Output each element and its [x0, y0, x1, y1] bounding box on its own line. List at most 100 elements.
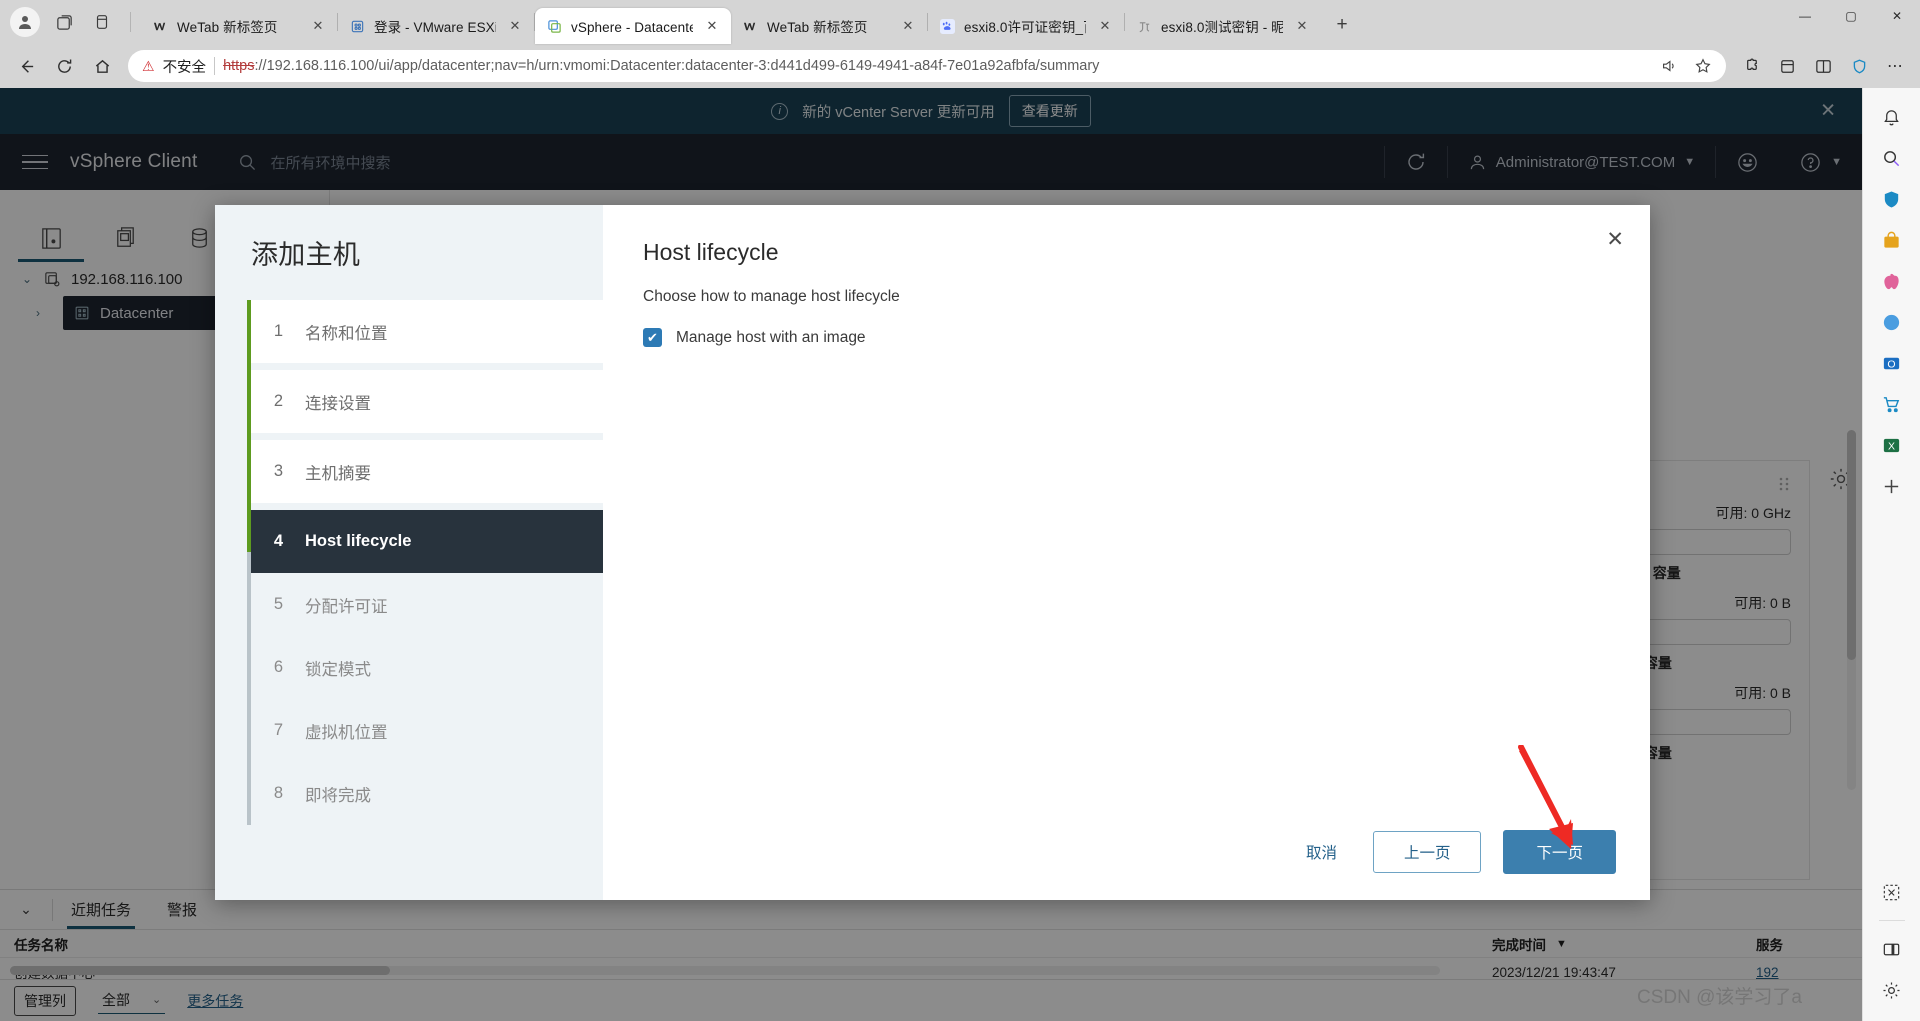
browser-tabstrip: WeTab 新标签页 ✕ 登录 - VMware ESXi ✕ vSphere …	[0, 0, 1920, 44]
step-number: 7	[273, 721, 283, 739]
excel-icon[interactable]: X	[1873, 426, 1911, 464]
checkbox-label: Manage host with an image	[676, 328, 866, 346]
tab-title: esxi8.0许可证密钥_百度搜	[964, 20, 1086, 35]
browser-more-icon[interactable]: ⋯	[1878, 49, 1912, 83]
tab-list: WeTab 新标签页 ✕ 登录 - VMware ESXi ✕ vSphere …	[141, 0, 1782, 44]
back-button[interactable]: 上一页	[1372, 831, 1482, 873]
shopping-bag-icon[interactable]	[1873, 221, 1911, 259]
browser-chrome: WeTab 新标签页 ✕ 登录 - VMware ESXi ✕ vSphere …	[0, 0, 1920, 88]
profile-avatar-icon[interactable]	[10, 7, 40, 37]
split-screen-icon[interactable]	[1806, 49, 1840, 83]
tab-collections-icon[interactable]	[50, 8, 78, 36]
step-label: Host lifecycle	[305, 532, 412, 550]
baidu-icon	[939, 18, 956, 35]
step-label: 虚拟机位置	[305, 723, 388, 742]
split-pane-icon[interactable]	[1873, 930, 1911, 968]
close-icon[interactable]: ✕	[701, 15, 723, 37]
tab-title: vSphere - Datacenter - 摘	[571, 20, 693, 35]
close-icon[interactable]: ✕	[504, 15, 526, 37]
step-number: 3	[273, 462, 283, 480]
favorite-star-icon[interactable]	[1690, 53, 1716, 79]
svg-text:X: X	[1888, 440, 1895, 452]
wizard-step-2[interactable]: 2 连接设置	[251, 370, 603, 433]
sidebar-settings-gear-icon[interactable]	[1873, 971, 1911, 1009]
collections-icon[interactable]	[1770, 49, 1804, 83]
reload-button[interactable]	[46, 48, 82, 84]
screenshot-cut-icon[interactable]	[1873, 873, 1911, 911]
wizard-step-6: 6 锁定模式	[251, 636, 603, 699]
step-label: 名称和位置	[305, 324, 388, 343]
address-bar: ⚠ 不安全 https://192.168.116.100/ui/app/dat…	[0, 44, 1920, 88]
notifications-bell-icon[interactable]	[1873, 98, 1911, 136]
shield-icon[interactable]	[1873, 180, 1911, 218]
vsphere-icon	[546, 18, 563, 35]
wetab-icon	[742, 18, 759, 35]
browser-tab-3[interactable]: WeTab 新标签页 ✕	[731, 8, 927, 44]
browser-essentials-icon[interactable]	[1842, 49, 1876, 83]
manage-host-with-image-row[interactable]: ✔ Manage host with an image	[643, 328, 1610, 347]
step-spacer	[247, 363, 603, 370]
games-icon[interactable]	[1873, 262, 1911, 300]
dialog-title: 添加主机	[251, 240, 361, 270]
wizard-step-8: 8 即将完成	[251, 762, 603, 825]
wizard-step-3[interactable]: 3 主机摘要	[251, 440, 603, 503]
close-window-button[interactable]: ✕	[1874, 0, 1920, 32]
close-icon[interactable]: ✕	[307, 15, 329, 37]
cancel-button[interactable]: 取消	[1292, 833, 1351, 871]
minimize-button[interactable]: —	[1782, 0, 1828, 32]
step-number: 8	[273, 784, 283, 802]
url-scheme: https	[223, 58, 255, 74]
step-label: 连接设置	[305, 394, 371, 413]
wetab-icon	[152, 18, 169, 35]
window-controls: — ▢ ✕	[1782, 0, 1920, 44]
close-icon[interactable]: ✕	[1094, 15, 1116, 37]
wizard-step-1[interactable]: 1 名称和位置	[251, 300, 603, 363]
zhihu-icon	[1136, 18, 1153, 35]
step-label: 即将完成	[305, 786, 371, 805]
vmware-icon	[349, 18, 366, 35]
search-copilot-icon[interactable]	[1873, 139, 1911, 177]
security-label: 不安全	[162, 59, 207, 76]
shopping-cart-icon[interactable]	[1873, 385, 1911, 423]
step-number: 6	[273, 658, 283, 676]
new-tab-button[interactable]: +	[1327, 10, 1357, 40]
add-host-wizard-dialog: 添加主机 1 名称和位置 2 连接设置 3 主机摘要 4 Host lifecy…	[215, 205, 1650, 900]
vertical-tabs-icon[interactable]	[88, 8, 116, 36]
step-number: 4	[273, 532, 283, 550]
browser-tab-5[interactable]: esxi8.0测试密钥 - 昵称呢 ✕	[1125, 8, 1321, 44]
add-app-icon[interactable]	[1873, 467, 1911, 505]
home-button[interactable]	[84, 48, 120, 84]
browser-tab-0[interactable]: WeTab 新标签页 ✕	[141, 8, 337, 44]
browser-tab-2[interactable]: vSphere - Datacenter - 摘 ✕	[535, 8, 731, 44]
browser-tab-4[interactable]: esxi8.0许可证密钥_百度搜 ✕	[928, 8, 1124, 44]
url-text: https://192.168.116.100/ui/app/datacente…	[223, 58, 1648, 74]
url-omnibox[interactable]: ⚠ 不安全 https://192.168.116.100/ui/app/dat…	[128, 50, 1726, 82]
close-icon[interactable]: ✕	[1291, 15, 1313, 37]
svg-text:O: O	[1887, 358, 1895, 370]
wizard-steps-panel: 添加主机 1 名称和位置 2 连接设置 3 主机摘要 4 Host lifecy…	[215, 205, 603, 900]
step-number: 5	[273, 595, 283, 613]
screen-root: WeTab 新标签页 ✕ 登录 - VMware ESXi ✕ vSphere …	[0, 0, 1920, 1021]
back-button[interactable]	[8, 48, 44, 84]
close-icon[interactable]: ✕	[897, 15, 919, 37]
wizard-content-pane: ✕ Host lifecycle Choose how to manage ho…	[603, 205, 1650, 900]
wizard-steps-list: 1 名称和位置 2 连接设置 3 主机摘要 4 Host lifecycle 5…	[215, 300, 603, 825]
outlook-icon[interactable]: O	[1873, 344, 1911, 382]
step-label: 分配许可证	[305, 597, 388, 616]
browser-tab-1[interactable]: 登录 - VMware ESXi ✕	[338, 8, 534, 44]
chrome-left-icons	[0, 0, 141, 44]
sidebar-divider	[1878, 920, 1905, 921]
chrome-divider	[130, 12, 131, 32]
step-label: 锁定模式	[305, 660, 371, 679]
step-spacer	[247, 503, 603, 510]
dialog-close-icon[interactable]: ✕	[1606, 229, 1624, 250]
checkbox-checked-icon[interactable]: ✔	[643, 328, 662, 347]
tab-title: esxi8.0测试密钥 - 昵称呢	[1161, 20, 1283, 35]
step-label: 主机摘要	[305, 464, 371, 483]
extensions-icon[interactable]	[1734, 49, 1768, 83]
maximize-button[interactable]: ▢	[1828, 0, 1874, 32]
url-rest: ://192.168.116.100/ui/app/datacenter;nav…	[254, 58, 1100, 74]
copilot-icon[interactable]	[1873, 303, 1911, 341]
wizard-step-4[interactable]: 4 Host lifecycle	[251, 510, 603, 573]
read-aloud-icon[interactable]	[1656, 53, 1682, 79]
